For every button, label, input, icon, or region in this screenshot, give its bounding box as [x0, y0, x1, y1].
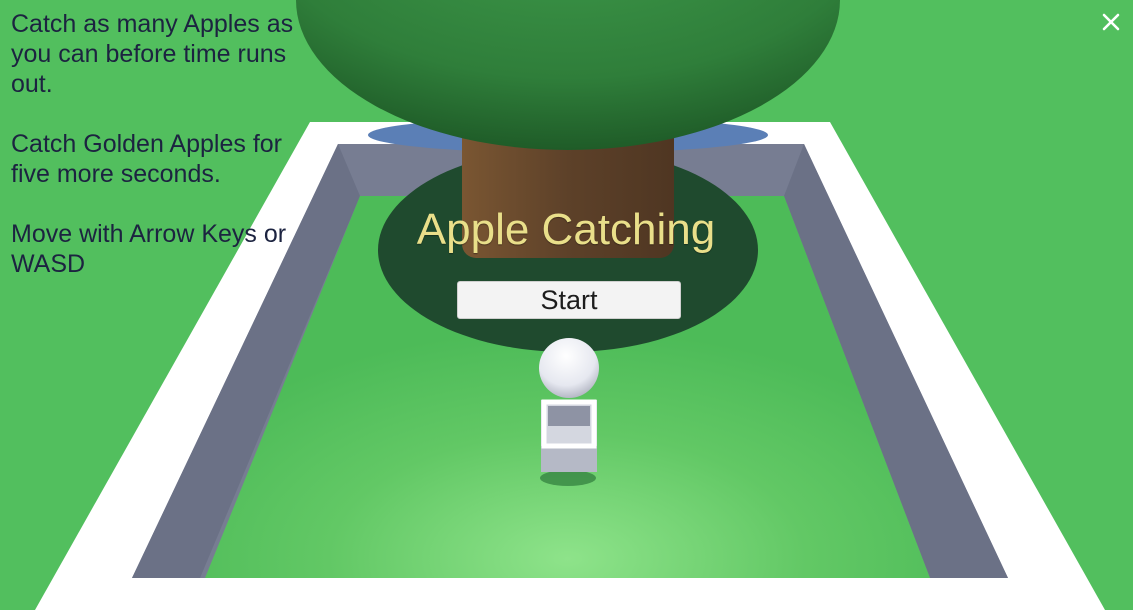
player-shadow: [540, 470, 596, 486]
instruction-controls: Move with Arrow Keys or WASD: [11, 220, 287, 278]
instructions-panel: Catch as many Apples as you can before t…: [11, 9, 301, 309]
player-body-shade: [541, 446, 597, 472]
instruction-golden-apples: Catch Golden Apples for five more second…: [11, 130, 282, 188]
game-title: Apple Catching: [416, 205, 716, 254]
close-icon: [1102, 13, 1120, 31]
close-button[interactable]: [1097, 8, 1125, 36]
game-viewport[interactable]: Catch as many Apples as you can before t…: [0, 0, 1133, 610]
start-button[interactable]: Start: [457, 281, 681, 319]
basket-inner: [548, 406, 590, 426]
instruction-goal: Catch as many Apples as you can before t…: [11, 10, 294, 98]
player-head: [539, 338, 599, 398]
